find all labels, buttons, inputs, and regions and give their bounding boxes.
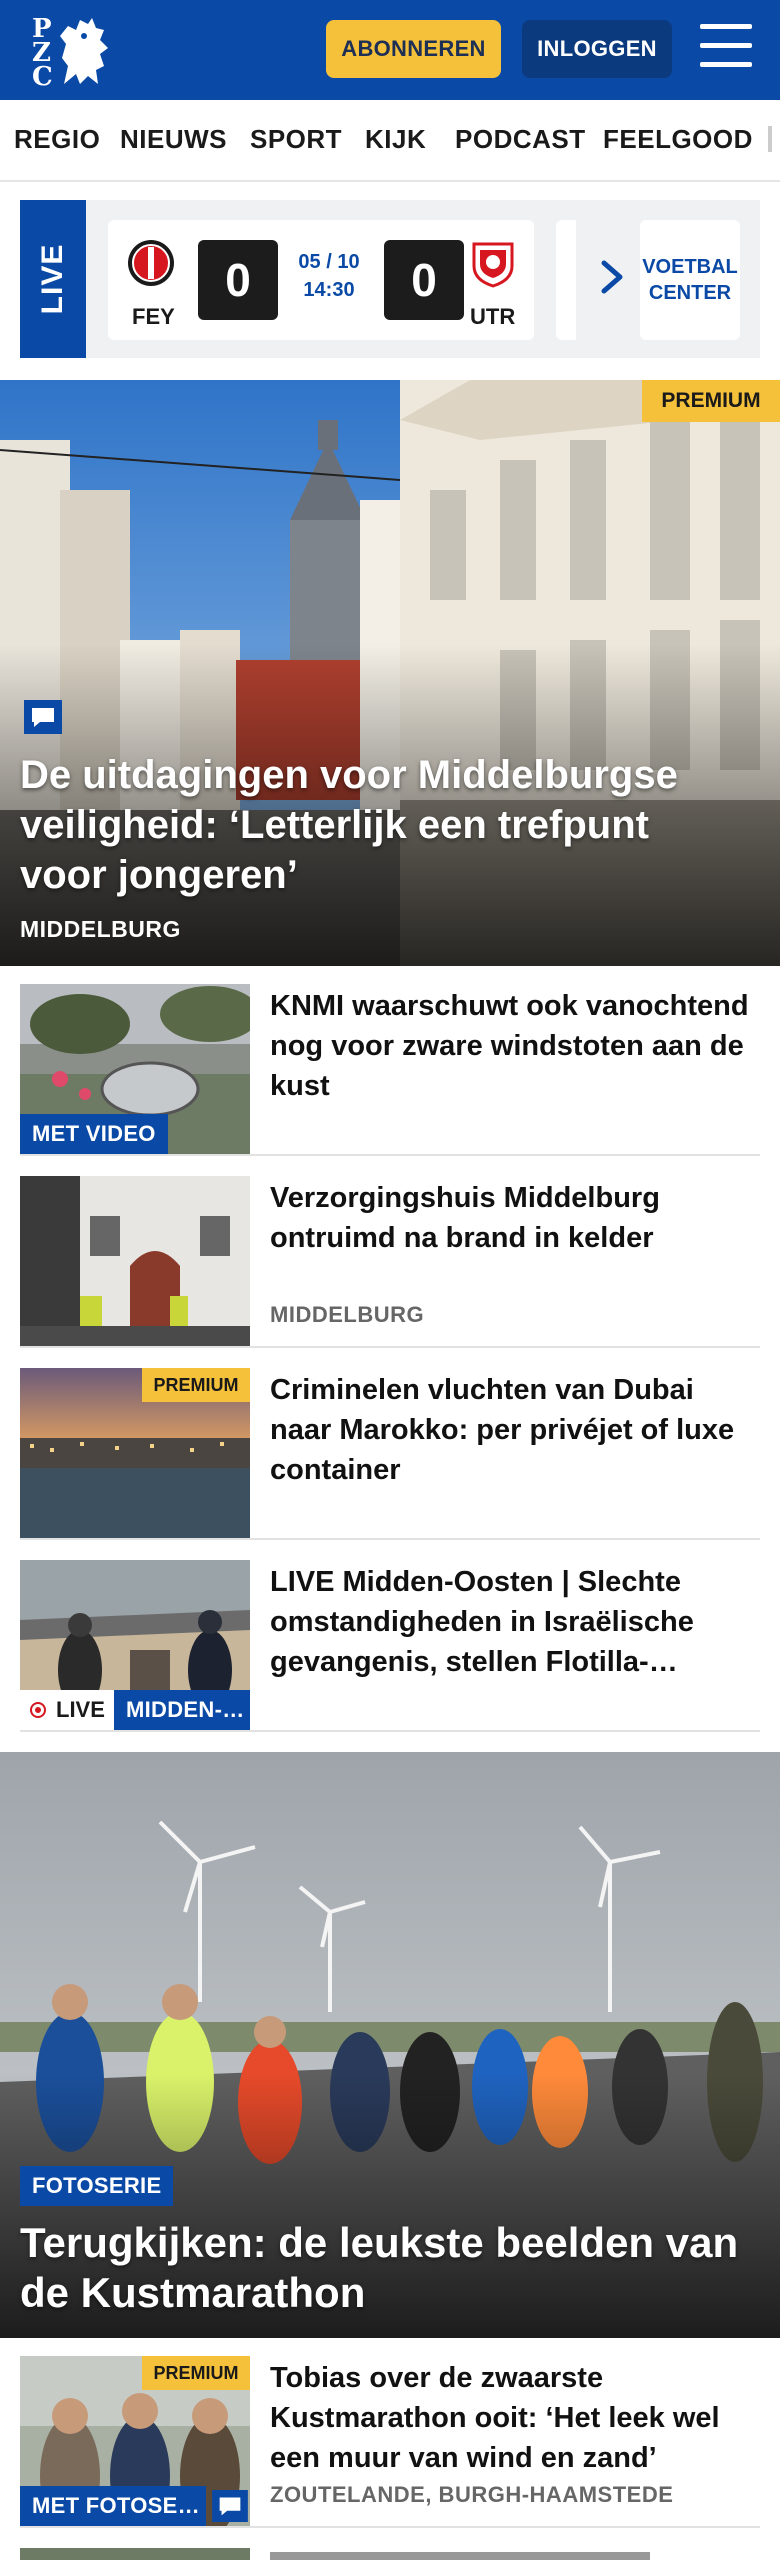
- premium-badge: PREMIUM: [142, 2356, 250, 2390]
- nav-item-nieuws[interactable]: NIEUWS: [120, 124, 227, 155]
- article-location: MIDDELBURG: [270, 1302, 425, 1327]
- nav-item-regio[interactable]: REGIO: [14, 124, 100, 155]
- article-location: ZOUTELANDE, BURGH-HAAMSTEDE: [270, 2482, 674, 2507]
- article-title[interactable]: Tobias over de zwaarste Kustmarathon ooi…: [270, 2358, 760, 2478]
- list-item[interactable]: PREMIUM MET FOTOSE… Tobias over de zwaar…: [20, 2356, 760, 2528]
- hero-location: MIDDELBURG: [20, 916, 181, 942]
- live-scores-bar: LIVE FEY 0 05 / 10 14:30 0 UTR VOETBAL C…: [20, 200, 760, 358]
- list-item[interactable]: PREMIUM Criminelen vluchten van Dubai na…: [20, 1368, 760, 1540]
- article-title[interactable]: LIVE Midden-Oosten | Slechte omstandighe…: [270, 1562, 760, 1682]
- home-score: 0: [198, 240, 278, 320]
- live-tag: LIVE: [20, 1690, 118, 1730]
- lion-emblem-icon: [60, 18, 108, 84]
- main-nav: REGIO NIEUWS SPORT KIJK PODCAST FEELGOOD: [0, 100, 780, 182]
- live-dot-icon: [30, 1702, 46, 1718]
- list-item[interactable]: LIVE MIDDEN-… LIVE Midden-Oosten | Slech…: [20, 1560, 760, 1732]
- pzc-logo[interactable]: P Z C: [28, 14, 112, 92]
- live-label: LIVE: [20, 200, 86, 358]
- hero-article[interactable]: PREMIUM De uitdagingen voor Middelburgse…: [0, 380, 780, 966]
- list-item[interactable]: Verzorgingshuis Middelburg ontruimd na b…: [20, 1176, 760, 1348]
- comment-icon: [24, 700, 62, 734]
- photo-series-tag: FOTOSERIE: [20, 2166, 174, 2206]
- list-item[interactable]: MET VIDEO KNMI waarschuwt ook vanochtend…: [20, 984, 760, 1156]
- away-score: 0: [384, 240, 464, 320]
- fc-utrecht-logo-icon: [472, 242, 514, 288]
- hero2-headline[interactable]: Terugkijken: de leukste beelden van de K…: [20, 2218, 760, 2318]
- nav-item-feelgood[interactable]: FEELGOOD: [603, 124, 753, 155]
- subscribe-button[interactable]: ABONNEREN: [326, 20, 501, 78]
- article-title[interactable]: KNMI waarschuwt ook vanochtend nog voor …: [270, 986, 760, 1106]
- feyenoord-logo-icon: [128, 240, 174, 286]
- match-card[interactable]: FEY 0 05 / 10 14:30 0 UTR: [108, 220, 534, 340]
- video-tag: MET VIDEO: [20, 1114, 168, 1154]
- voetbal-center-link[interactable]: VOETBAL CENTER: [640, 220, 740, 340]
- article-title[interactable]: Criminelen vluchten van Dubai naar Marok…: [270, 1370, 760, 1490]
- premium-badge: PREMIUM: [642, 380, 780, 422]
- home-team-name: FEY: [132, 304, 175, 329]
- away-team-name: UTR: [470, 304, 516, 329]
- logo-letter-c: C: [32, 62, 53, 92]
- photo-series-article[interactable]: FOTOSERIE Terugkijken: de leukste beelde…: [0, 1752, 780, 2338]
- login-button[interactable]: INLOGGEN: [522, 20, 672, 78]
- next-match-card-stub[interactable]: [556, 220, 576, 340]
- next-article-title-peek: [270, 2552, 650, 2560]
- next-article-thumbnail-peek: [20, 2548, 250, 2560]
- hamburger-menu-icon[interactable]: [700, 24, 752, 70]
- category-tag: MIDDEN-…: [114, 1690, 250, 1730]
- hero-headline[interactable]: De uitdagingen voor Middelburgse veiligh…: [20, 750, 740, 900]
- article-title[interactable]: Verzorgingshuis Middelburg ontruimd na b…: [270, 1178, 760, 1258]
- photo-series-tag: MET FOTOSE…: [20, 2486, 206, 2526]
- site-header: P Z C ABONNEREN INLOGGEN: [0, 0, 780, 100]
- nav-item-kijk[interactable]: KIJK: [365, 124, 426, 155]
- nav-item-podcast[interactable]: PODCAST: [455, 124, 586, 155]
- chevron-right-icon[interactable]: [592, 255, 632, 299]
- comment-icon: [212, 2490, 248, 2522]
- nav-item-sport[interactable]: SPORT: [250, 124, 342, 155]
- nav-overflow-hint: [768, 126, 772, 152]
- article-thumbnail: [20, 1176, 250, 1346]
- premium-badge: PREMIUM: [142, 1368, 250, 1402]
- match-datetime: 05 / 10 14:30: [298, 251, 360, 301]
